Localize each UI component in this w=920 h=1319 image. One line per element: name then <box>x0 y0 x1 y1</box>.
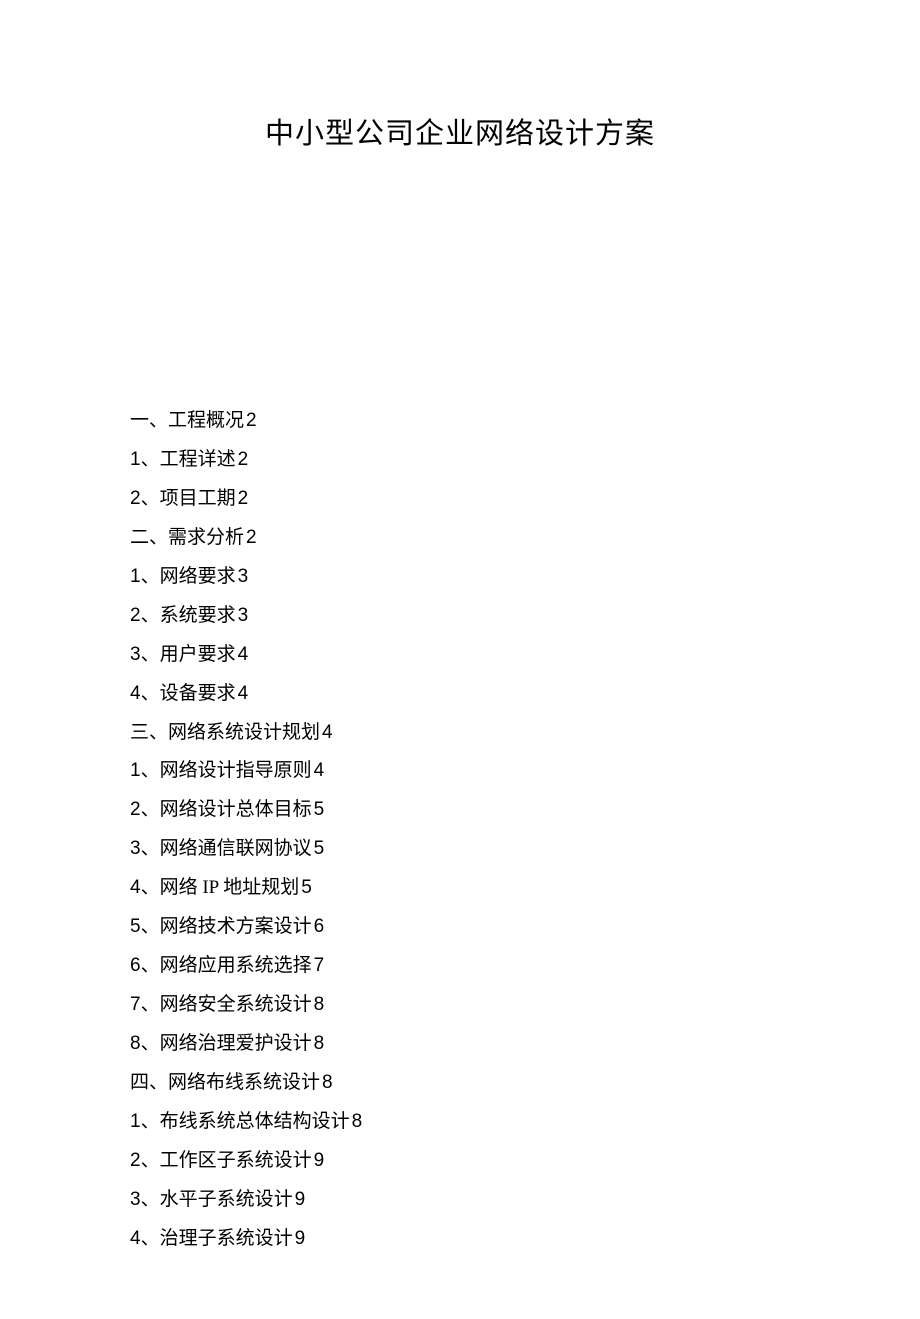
toc-page: 4 <box>322 722 333 743</box>
toc-prefix: 1、 <box>130 1111 160 1132</box>
toc-label: 需求分析 <box>168 527 244 548</box>
toc-page: 6 <box>314 916 325 937</box>
toc-page: 8 <box>314 994 325 1015</box>
toc-label: 水平子系统设计 <box>160 1189 293 1210</box>
toc-prefix: 2、 <box>130 1150 160 1171</box>
toc-prefix: 6、 <box>130 955 160 976</box>
toc-label: 网络系统设计规划 <box>168 722 320 743</box>
toc-item: 1、布线系统总体结构设计8 <box>130 1103 790 1142</box>
toc-page: 8 <box>314 1033 325 1054</box>
toc-item: 7、网络安全系统设计8 <box>130 986 790 1025</box>
toc-page: 7 <box>314 955 325 976</box>
toc-item: 四、网络布线系统设计8 <box>130 1064 790 1103</box>
toc-item: 4、设备要求4 <box>130 675 790 714</box>
toc-prefix: 1、 <box>130 566 160 587</box>
toc-page: 4 <box>238 683 249 704</box>
toc-prefix: 8、 <box>130 1033 160 1054</box>
toc-label: 工作区子系统设计 <box>160 1150 312 1171</box>
toc-prefix: 三、 <box>130 722 168 743</box>
toc-page: 2 <box>246 527 257 548</box>
toc-prefix: 2、 <box>130 488 160 509</box>
toc-label: 网络要求 <box>160 566 236 587</box>
toc-label: 项目工期 <box>160 488 236 509</box>
toc-page: 2 <box>238 449 249 470</box>
toc-page: 4 <box>314 760 325 781</box>
toc-page: 3 <box>238 566 249 587</box>
toc-label: 工程概况 <box>168 410 244 431</box>
toc-page: 9 <box>295 1189 306 1210</box>
toc-label: 网络治理爱护设计 <box>160 1033 312 1054</box>
toc-prefix: 一、 <box>130 410 168 431</box>
toc-page: 5 <box>314 838 325 859</box>
toc-item: 三、网络系统设计规划4 <box>130 714 790 753</box>
toc-item: 6、网络应用系统选择7 <box>130 947 790 986</box>
toc-label: 网络设计指导原则 <box>160 760 312 781</box>
toc-item: 二、需求分析2 <box>130 519 790 558</box>
toc-prefix: 3、 <box>130 838 160 859</box>
toc-prefix: 二、 <box>130 527 168 548</box>
toc-label: 网络设计总体目标 <box>160 799 312 820</box>
toc-page: 2 <box>246 410 257 431</box>
toc-page: 4 <box>238 644 249 665</box>
toc-label: 网络技术方案设计 <box>160 916 312 937</box>
toc-item: 1、网络设计指导原则4 <box>130 752 790 791</box>
toc-page: 2 <box>238 488 249 509</box>
toc-item: 2、系统要求3 <box>130 597 790 636</box>
document-title: 中小型公司企业网络设计方案 <box>130 110 790 152</box>
toc-page: 8 <box>352 1111 363 1132</box>
toc-prefix: 1、 <box>130 760 160 781</box>
toc-prefix: 4、 <box>130 683 160 704</box>
toc-prefix: 四、 <box>130 1072 168 1093</box>
toc-prefix: 4、 <box>130 1228 160 1249</box>
toc-page: 3 <box>238 605 249 626</box>
toc-page: 8 <box>322 1072 333 1093</box>
toc-label: 网络安全系统设计 <box>160 994 312 1015</box>
toc-label: 布线系统总体结构设计 <box>160 1111 350 1132</box>
toc-prefix: 2、 <box>130 799 160 820</box>
toc-label: 治理子系统设计 <box>160 1228 293 1249</box>
toc-label: 工程详述 <box>160 449 236 470</box>
toc-page: 9 <box>314 1150 325 1171</box>
toc-prefix: 2、 <box>130 605 160 626</box>
toc-item: 8、网络治理爱护设计8 <box>130 1025 790 1064</box>
toc-label: 网络通信联网协议 <box>160 838 312 859</box>
toc-label: 网络布线系统设计 <box>168 1072 320 1093</box>
table-of-contents: 一、工程概况2 1、工程详述2 2、项目工期2 二、需求分析2 1、网络要求3 … <box>130 402 790 1259</box>
toc-label: 网络 IP 地址规划 <box>160 877 300 898</box>
toc-label: 网络应用系统选择 <box>160 955 312 976</box>
toc-prefix: 5、 <box>130 916 160 937</box>
toc-item: 4、网络 IP 地址规划5 <box>130 869 790 908</box>
toc-page: 9 <box>295 1228 306 1249</box>
toc-item: 2、网络设计总体目标5 <box>130 791 790 830</box>
toc-item: 3、网络通信联网协议5 <box>130 830 790 869</box>
toc-item: 1、工程详述2 <box>130 441 790 480</box>
toc-page: 5 <box>301 877 312 898</box>
toc-label: 系统要求 <box>160 605 236 626</box>
toc-item: 2、工作区子系统设计9 <box>130 1142 790 1181</box>
toc-item: 1、网络要求3 <box>130 558 790 597</box>
toc-prefix: 4、 <box>130 877 160 898</box>
toc-label: 用户要求 <box>160 644 236 665</box>
toc-prefix: 3、 <box>130 644 160 665</box>
toc-item: 5、网络技术方案设计6 <box>130 908 790 947</box>
toc-item: 4、治理子系统设计9 <box>130 1220 790 1259</box>
toc-item: 3、水平子系统设计9 <box>130 1181 790 1220</box>
toc-page: 5 <box>314 799 325 820</box>
toc-prefix: 1、 <box>130 449 160 470</box>
toc-item: 3、用户要求4 <box>130 636 790 675</box>
toc-prefix: 3、 <box>130 1189 160 1210</box>
toc-item: 一、工程概况2 <box>130 402 790 441</box>
toc-label: 设备要求 <box>160 683 236 704</box>
toc-item: 2、项目工期2 <box>130 480 790 519</box>
document-page: 中小型公司企业网络设计方案 一、工程概况2 1、工程详述2 2、项目工期2 二、… <box>0 0 920 1319</box>
toc-prefix: 7、 <box>130 994 160 1015</box>
